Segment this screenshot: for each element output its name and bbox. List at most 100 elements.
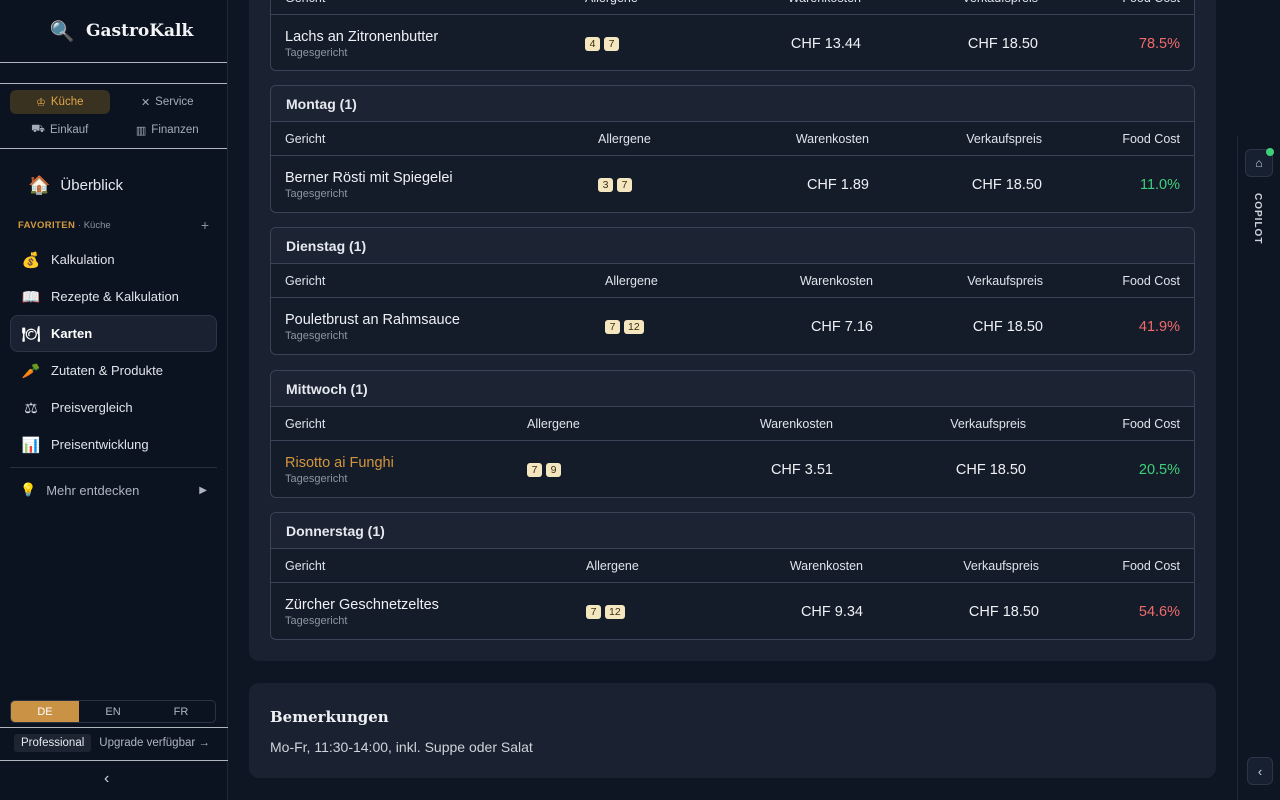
divider: [10, 467, 217, 468]
cost-cell: CHF 3.51: [770, 461, 833, 478]
allergen-badges: 7 12: [586, 604, 625, 619]
nav-item-preisentwicklung[interactable]: 📊 Preisentwicklung: [10, 426, 217, 463]
cost-cell: CHF 1.89: [806, 176, 869, 193]
house-icon: 🏠: [28, 174, 51, 195]
bar-chart-icon: 📊: [21, 436, 41, 454]
dept-kueche[interactable]: ♔ Küche: [10, 90, 110, 114]
main-nav: 🏠 Überblick FAVORITEN · Küche + 💰 Kalkula…: [0, 149, 227, 518]
collapse-sidebar-button[interactable]: ‹: [104, 770, 109, 788]
plan-badge: Professional: [14, 734, 92, 752]
carrot-icon: 🥕: [21, 362, 41, 380]
food-cost-cell: 20.5%: [1138, 461, 1180, 478]
dish-cell: Berner Rösti mit Spiegelei Tagesgericht: [285, 169, 453, 200]
food-cost-cell: 41.9%: [1138, 318, 1180, 335]
lightbulb-icon: 💡: [20, 482, 37, 497]
price-cell: CHF 18.50: [967, 35, 1038, 52]
table-row[interactable]: Lachs an Zitronenbutter Tagesgericht 47 C…: [271, 15, 1194, 70]
allergen-badges: 47: [585, 36, 619, 51]
remarks-title: Bemerkungen: [270, 708, 389, 726]
dept-einkauf[interactable]: ⛟ Einkauf: [10, 118, 110, 142]
lang-fr[interactable]: FR: [147, 701, 215, 722]
chevron-right-icon: ▶: [199, 484, 207, 496]
nav-item-preisvergleich[interactable]: ⚖ Preisvergleich: [10, 389, 217, 426]
cost-cell: CHF 13.44: [790, 35, 861, 52]
day-title[interactable]: Montag (1): [271, 86, 1194, 122]
app-name: GastroKalk: [86, 21, 194, 41]
dish-cell: Pouletbrust an Rahmsauce Tagesgericht: [285, 311, 460, 342]
department-switcher: ♔ Küche ✕ Service ⛟ Einkauf ▥ Finanzen: [0, 84, 227, 148]
dish-cell: Zürcher Geschnetzeltes Tagesgericht: [285, 596, 439, 627]
divider: [0, 83, 227, 84]
dish-cell: Lachs an Zitronenbutter Tagesgericht: [285, 28, 439, 59]
table-header: Gericht Allergene Warenkosten Verkaufspr…: [271, 549, 1194, 583]
table-row[interactable]: Berner Rösti mit Spiegelei Tagesgericht 3…: [271, 156, 1194, 212]
money-bag-icon: 💰: [21, 251, 41, 269]
lang-en[interactable]: EN: [79, 701, 147, 722]
price-cell: CHF 18.50: [971, 176, 1042, 193]
cost-cell: CHF 7.16: [810, 318, 873, 335]
allergen-badges: 37: [598, 177, 632, 192]
day-section-dienstag: Dienstag (1) Allergene Gericht Warenkost…: [270, 227, 1195, 355]
nav-item-kalkulation[interactable]: 💰 Kalkulation: [10, 241, 217, 278]
table-header: Allergene Gericht Warenkosten Verkaufspr…: [271, 264, 1194, 298]
table-row[interactable]: Zürcher Geschnetzeltes Tagesgericht 7 12 C…: [271, 583, 1194, 639]
utensils-icon: ✕: [140, 96, 151, 109]
chevron-left-icon: ‹: [104, 770, 110, 787]
favorites-header: FAVORITEN · Küche +: [10, 205, 217, 241]
dish-cell: Risotto ai Funghi Tagesgericht: [285, 454, 394, 485]
copilot-label[interactable]: COPILOT: [1252, 193, 1263, 244]
nav-item-karten[interactable]: 🍽 Karten: [10, 315, 217, 352]
upgrade-link[interactable]: Upgrade verfügbar →: [99, 737, 210, 749]
dept-finanzen[interactable]: ▥ Finanzen: [118, 118, 218, 142]
price-cell: CHF 18.50: [972, 318, 1043, 335]
table-row[interactable]: Pouletbrust an Rahmsauce Tagesgericht 7 12…: [271, 298, 1194, 354]
scale-icon: ⚖: [24, 399, 38, 417]
remarks-card: Bemerkungen Mo-Fr, 11:30-14:00, inkl. Su…: [249, 683, 1216, 778]
divider: [0, 760, 228, 761]
allergen-badges: 7 12: [605, 319, 644, 334]
add-favorite-button[interactable]: +: [201, 217, 209, 233]
dept-service[interactable]: ✕ Service: [118, 90, 218, 114]
favorites-sub: · Küche: [77, 219, 111, 231]
table-header: Gericht Allergene Warenkosten Verkaufspr…: [271, 0, 1194, 15]
robot-icon: ⌂: [1255, 156, 1263, 170]
table-row[interactable]: Risotto ai Funghi Tagesgericht 79 CHF 3.5…: [271, 441, 1194, 497]
food-cost-cell: 54.6%: [1138, 603, 1180, 620]
language-switcher: DE EN FR: [10, 700, 216, 723]
cost-cell: CHF 9.34: [800, 603, 863, 620]
chef-hat-icon: ♔: [36, 96, 46, 109]
expand-copilot-button[interactable]: ‹: [1247, 757, 1273, 785]
book-icon: 📖: [21, 288, 41, 306]
food-cost-cell: 11.0%: [1139, 176, 1180, 193]
brand[interactable]: 🔍 GastroKalk: [0, 0, 227, 62]
price-cell: CHF 18.50: [955, 461, 1026, 478]
day-title[interactable]: Mittwoch (1): [271, 371, 1194, 407]
food-cost-cell: 78.5%: [1138, 35, 1180, 52]
nav-item-rezepte[interactable]: 📖 Rezepte & Kalkulation: [10, 278, 217, 315]
divider: [0, 148, 227, 149]
table-header: Gericht Allergene Warenkosten Verkaufspr…: [271, 407, 1194, 441]
nav-overview[interactable]: 🏠 Überblick: [10, 165, 217, 205]
favorites-label: FAVORITEN: [18, 219, 76, 231]
status-dot: [1266, 148, 1274, 156]
table-header: Gericht Allergene Warenkosten Verkaufspr…: [271, 122, 1194, 156]
day-title[interactable]: Donnerstag (1): [271, 513, 1194, 549]
day-section-previous: Gericht Allergene Warenkosten Verkaufspr…: [270, 0, 1195, 71]
chevron-left-icon: ‹: [1257, 763, 1263, 779]
day-title[interactable]: Dienstag (1): [271, 228, 1194, 264]
day-section-donnerstag: Donnerstag (1) Gericht Allergene Warenko…: [270, 512, 1195, 640]
plan-info: Professional Upgrade verfügbar →: [14, 734, 210, 752]
remarks-text: Mo-Fr, 11:30-14:00, inkl. Suppe oder Sal…: [270, 739, 533, 755]
magnifier-logo-icon: 🔍: [49, 20, 75, 43]
price-cell: CHF 18.50: [968, 603, 1039, 620]
lang-de[interactable]: DE: [11, 701, 79, 722]
nav-item-zutaten[interactable]: 🥕 Zutaten & Produkte: [10, 352, 217, 389]
day-section-mittwoch: Mittwoch (1) Gericht Allergene Warenkost…: [270, 370, 1195, 498]
divider: [0, 62, 227, 63]
day-section-montag: Montag (1) Gericht Allergene Warenkosten…: [270, 85, 1195, 213]
chart-icon: ▥: [135, 124, 147, 137]
divider: [0, 727, 228, 728]
nav-more[interactable]: 💡 Mehr entdecken ▶: [10, 472, 217, 508]
plate-icon: 🍽: [21, 325, 41, 343]
cart-icon: ⛟: [31, 123, 45, 135]
